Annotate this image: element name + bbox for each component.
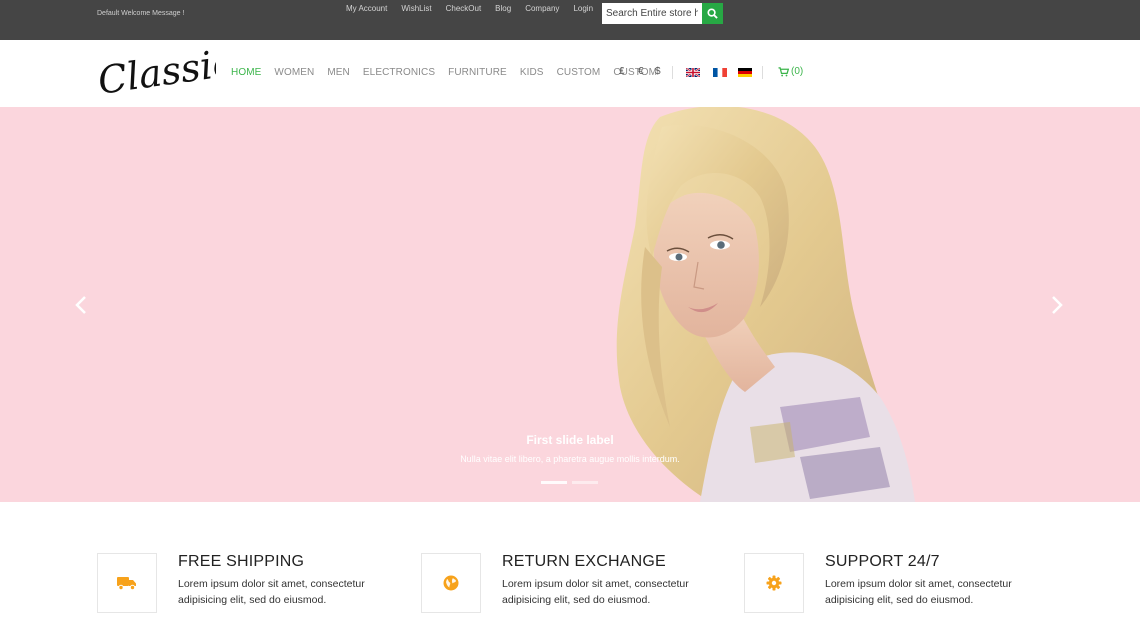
feature-support: SUPPORT 24/7 Lorem ipsum dolor sit amet,… [744, 553, 1074, 613]
truck-icon [117, 577, 136, 590]
nav-kids[interactable]: KIDS [520, 67, 544, 78]
feature-text: Lorem ipsum dolor sit amet, consectetur … [825, 578, 1012, 606]
company-link[interactable]: Company [525, 4, 559, 13]
checkout-link[interactable]: CheckOut [446, 4, 482, 13]
gear-icon [766, 575, 782, 591]
main-header: Classic HOME WOMEN MEN ELECTRONICS FURNI… [0, 40, 1140, 107]
feature-text: Lorem ipsum dolor sit amet, consectetur … [502, 578, 689, 606]
next-slide-icon[interactable] [1050, 295, 1064, 315]
my-account-link[interactable]: My Account [346, 4, 387, 13]
previous-slide-icon[interactable] [74, 295, 88, 315]
search-icon [707, 8, 718, 19]
nav-custom-1[interactable]: CUSTOM [557, 67, 601, 78]
feature-title: FREE SHIPPING [178, 553, 305, 570]
hero-slider: First slide label Nulla vitae elit liber… [0, 107, 1140, 502]
currency-pound[interactable]: £ [619, 66, 625, 77]
welcome-message: Default Welcome Message ! [97, 10, 185, 17]
france-flag-icon[interactable] [713, 68, 727, 77]
nav-men[interactable]: MEN [327, 67, 350, 78]
nav-furniture[interactable]: FURNITURE [448, 67, 507, 78]
feature-icon-box [744, 553, 804, 613]
germany-flag-icon[interactable] [738, 68, 752, 77]
feature-free-shipping: FREE SHIPPING Lorem ipsum dolor sit amet… [97, 553, 427, 613]
search-input[interactable] [602, 3, 702, 24]
currency-euro[interactable]: € [638, 66, 644, 77]
divider [762, 66, 763, 79]
feature-title: RETURN EXCHANGE [502, 553, 666, 570]
nav-home[interactable]: HOME [231, 67, 261, 78]
slide-indicator-2[interactable] [572, 481, 598, 484]
nav-electronics[interactable]: ELECTRONICS [363, 67, 435, 78]
login-link[interactable]: Login [573, 4, 593, 13]
search-bar [602, 3, 723, 24]
svg-text:Classic: Classic [96, 46, 216, 102]
feature-icon-box [421, 553, 481, 613]
top-links: My Account WishList CheckOut Blog Compan… [346, 4, 607, 13]
blog-link[interactable]: Blog [495, 4, 511, 13]
cart-button[interactable]: (0) [778, 66, 803, 77]
cart-count: (0) [791, 66, 804, 77]
nav-women[interactable]: WOMEN [274, 67, 314, 78]
search-button[interactable] [702, 3, 723, 24]
divider [672, 66, 673, 79]
slide-caption-title: First slide label [526, 433, 614, 447]
wishlist-link[interactable]: WishList [401, 4, 431, 13]
top-bar: Default Welcome Message ! My Account Wis… [0, 0, 1140, 40]
globe-icon [443, 575, 459, 591]
currency-dollar[interactable]: $ [655, 66, 661, 77]
uk-flag-icon[interactable] [686, 68, 700, 77]
main-nav: HOME WOMEN MEN ELECTRONICS FURNITURE KID… [231, 67, 670, 78]
cart-icon [778, 66, 789, 76]
feature-icon-box [97, 553, 157, 613]
feature-return-exchange: RETURN EXCHANGE Lorem ipsum dolor sit am… [421, 553, 751, 613]
slide-indicator-1[interactable] [541, 481, 567, 484]
feature-title: SUPPORT 24/7 [825, 553, 940, 570]
slide-caption-text: Nulla vitae elit libero, a pharetra augu… [460, 454, 680, 464]
site-logo[interactable]: Classic [96, 46, 216, 102]
feature-text: Lorem ipsum dolor sit amet, consectetur … [178, 578, 365, 606]
